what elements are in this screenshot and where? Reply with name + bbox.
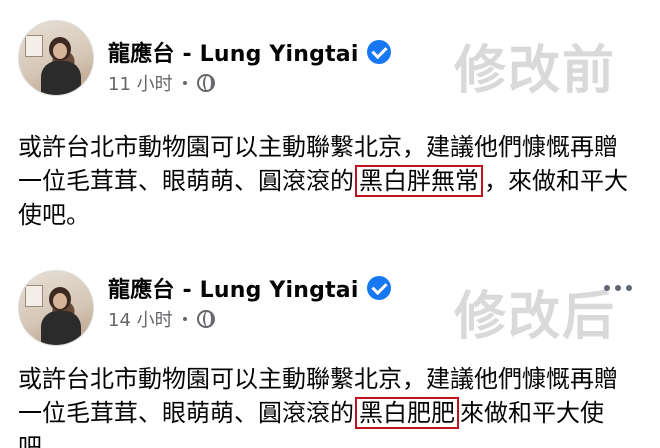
globe-icon bbox=[196, 310, 215, 328]
avatar-figure-body bbox=[41, 61, 81, 95]
avatar-figure-body bbox=[41, 311, 81, 345]
post-text: 或許台北市動物園可以主動聯繫北京，建議他們慷慨再贈一位毛茸茸、眼萌萌、圓滾滾的黑… bbox=[18, 362, 638, 448]
more-options-icon[interactable] bbox=[604, 278, 632, 298]
verified-badge-icon bbox=[366, 40, 391, 64]
author-avatar[interactable] bbox=[18, 20, 94, 96]
separator-dot bbox=[182, 317, 187, 321]
author-row: 龍應台 - Lung Yingtai bbox=[108, 36, 391, 68]
author-avatar[interactable] bbox=[18, 270, 94, 346]
avatar-background-frame bbox=[25, 35, 43, 57]
more-dot bbox=[615, 285, 621, 291]
separator-dot bbox=[182, 81, 187, 85]
highlighted-phrase: 黑白肥肥 bbox=[355, 397, 459, 429]
post-meta: 14 小时 bbox=[108, 306, 215, 332]
author-name[interactable]: 龍應台 - Lung Yingtai bbox=[108, 272, 359, 304]
more-dot bbox=[626, 285, 632, 291]
avatar-background-frame bbox=[25, 285, 43, 307]
avatar-figure-face bbox=[53, 293, 67, 309]
highlighted-phrase: 黑白胖無常 bbox=[355, 165, 483, 197]
more-dot bbox=[604, 285, 610, 291]
post-before: 龍應台 - Lung Yingtai 11 小时 修改前 或許台北市動物園可以主… bbox=[0, 0, 660, 250]
post-timestamp[interactable]: 14 小时 bbox=[108, 306, 173, 332]
avatar-figure-face bbox=[53, 43, 67, 59]
post-text: 或許台北市動物園可以主動聯繫北京，建議他們慷慨再贈一位毛茸茸、眼萌萌、圓滾滾的黑… bbox=[18, 130, 638, 232]
watermark-before: 修改前 bbox=[453, 41, 616, 101]
author-row: 龍應台 - Lung Yingtai bbox=[108, 272, 391, 304]
post-meta: 11 小时 bbox=[108, 70, 215, 96]
watermark-after: 修改后 bbox=[453, 287, 616, 347]
verified-badge-icon bbox=[366, 276, 391, 300]
post-timestamp[interactable]: 11 小时 bbox=[108, 70, 173, 96]
author-name[interactable]: 龍應台 - Lung Yingtai bbox=[108, 36, 359, 68]
globe-icon bbox=[196, 74, 215, 92]
post-after: 龍應台 - Lung Yingtai 14 小时 修改后 或許台北市動物園可以主… bbox=[0, 258, 660, 448]
